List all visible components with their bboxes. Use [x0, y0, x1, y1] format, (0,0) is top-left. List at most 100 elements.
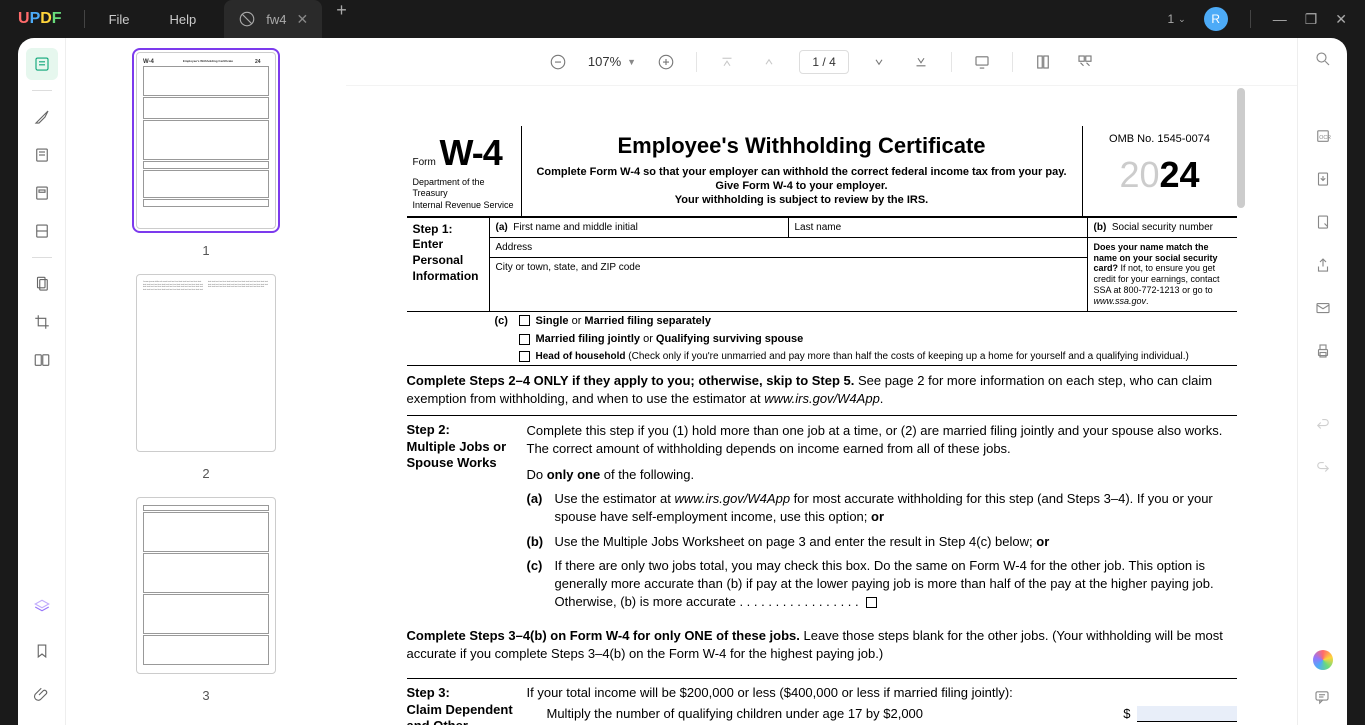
step3-title: Claim Dependent and Other — [407, 702, 513, 725]
last-name-field[interactable]: Last name — [789, 218, 1087, 237]
svg-text:OCR: OCR — [1319, 135, 1331, 141]
comment-button[interactable] — [1313, 688, 1333, 711]
highlight-button[interactable] — [26, 101, 58, 133]
document-toolbar: 107%▼ 1 / 4 — [346, 38, 1297, 86]
attachment-button[interactable] — [26, 679, 58, 711]
last-page-button[interactable] — [909, 50, 933, 74]
redo-button[interactable] — [1314, 458, 1332, 481]
reader-mode-button[interactable] — [26, 48, 58, 80]
step1-label: Step 1: — [413, 222, 453, 236]
step2-label: Step 2: — [407, 422, 450, 437]
omb-number: OMB No. 1545-0074 — [1089, 132, 1231, 146]
page-indicator[interactable]: 1⌄ — [1167, 12, 1185, 26]
page-input[interactable]: 1 / 4 — [799, 50, 849, 74]
first-page-button[interactable] — [715, 50, 739, 74]
thumb-label-2: 2 — [202, 466, 209, 481]
city-field[interactable]: City or town, state, and ZIP code — [490, 258, 1087, 277]
undo-button[interactable] — [1314, 415, 1332, 438]
separator — [1012, 52, 1013, 72]
step1-title: Enter Personal Information — [413, 237, 479, 282]
layers-button[interactable] — [26, 591, 58, 623]
form-label: Form — [413, 157, 436, 168]
zoom-in-button[interactable] — [654, 50, 678, 74]
present-button[interactable] — [970, 50, 994, 74]
separator — [1250, 10, 1251, 28]
share-button[interactable] — [1314, 256, 1332, 279]
pages-button[interactable] — [26, 268, 58, 300]
email-button[interactable] — [1314, 299, 1332, 322]
separator — [32, 257, 52, 258]
crop-button[interactable] — [26, 306, 58, 338]
main-container: W-4Employee's Withholding Certificate24 … — [18, 38, 1347, 725]
maximize-button[interactable]: ❐ — [1305, 11, 1318, 28]
organize-button[interactable] — [26, 215, 58, 247]
thumbnail-page-3[interactable] — [136, 497, 276, 674]
thumbnail-page-2[interactable]: Lorem ipsum dolor sit amet text text tex… — [136, 274, 276, 451]
titlebar-right: 1⌄ R — ❐ ✕ — [1167, 7, 1365, 31]
first-name-field[interactable]: (a) First name and middle initial — [490, 218, 789, 237]
address-field[interactable]: Address — [490, 238, 1087, 257]
ssn-field[interactable]: (b) Social security number — [1088, 218, 1237, 238]
step2-intro: Complete this step if you (1) hold more … — [527, 422, 1237, 458]
two-jobs-checkbox[interactable] — [866, 597, 877, 608]
form-code: W-4 — [439, 132, 501, 173]
ai-button[interactable] — [1313, 650, 1333, 670]
separator — [951, 52, 952, 72]
dept-line-2: Internal Revenue Service — [413, 200, 515, 212]
export-button[interactable] — [1314, 170, 1332, 193]
hoh-checkbox[interactable] — [519, 351, 530, 362]
children-amount-field[interactable] — [1137, 706, 1237, 722]
scrollbar[interactable] — [1237, 88, 1245, 208]
next-page-button[interactable] — [867, 50, 891, 74]
avatar[interactable]: R — [1204, 7, 1228, 31]
menu-help[interactable]: Help — [150, 12, 217, 27]
edit-button[interactable] — [26, 139, 58, 171]
bookmark-button[interactable] — [26, 635, 58, 667]
ocr-button[interactable]: OCR — [1314, 127, 1332, 150]
print-button[interactable] — [1314, 342, 1332, 365]
thumb-label-1: 1 — [202, 243, 209, 258]
search-button[interactable] — [1314, 50, 1332, 73]
menu-file[interactable]: File — [89, 12, 150, 27]
instruction-para-2: Complete Steps 3–4(b) on Form W-4 for on… — [407, 621, 1237, 669]
chevron-down-icon: ▼ — [627, 57, 636, 67]
new-tab-button[interactable]: + — [322, 0, 361, 38]
form-title: Employee's Withholding Certificate — [528, 132, 1076, 161]
tab-title: fw4 — [266, 12, 286, 27]
separator — [696, 52, 697, 72]
document-area[interactable]: Form W-4 Department of the Treasury Inte… — [346, 86, 1297, 725]
compare-button[interactable] — [26, 344, 58, 376]
zoom-out-button[interactable] — [546, 50, 570, 74]
save-as-button[interactable] — [1314, 213, 1332, 236]
title-bar: UPDF File Help fw4 ✕ + 1⌄ R — ❐ ✕ — [0, 0, 1365, 38]
dept-line-1: Department of the Treasury — [413, 177, 515, 200]
married-checkbox[interactable] — [519, 334, 530, 345]
form-subtitle-3: Your withholding is subject to review by… — [528, 193, 1076, 207]
left-rail — [18, 38, 66, 725]
close-button[interactable]: ✕ — [1335, 11, 1347, 28]
step2-title: Multiple Jobs or Spouse Works — [407, 439, 507, 471]
content-column: 107%▼ 1 / 4 Form W-4 Department of the T… — [346, 38, 1297, 725]
view-mode-button[interactable] — [1031, 50, 1055, 74]
form-subtitle-1: Complete Form W-4 so that your employer … — [528, 165, 1076, 179]
right-rail: OCR — [1297, 38, 1347, 725]
layout-button[interactable] — [1073, 50, 1097, 74]
thumbnail-panel: W-4Employee's Withholding Certificate24 … — [66, 38, 346, 725]
year: 2024 — [1089, 152, 1231, 199]
form-button[interactable] — [26, 177, 58, 209]
pdf-page: Form W-4 Department of the Treasury Inte… — [407, 126, 1237, 725]
name-match-text: Does your name match the name on your so… — [1088, 238, 1237, 311]
step3-label: Step 3: — [407, 685, 450, 700]
thumbnail-page-1[interactable]: W-4Employee's Withholding Certificate24 — [136, 52, 276, 229]
step3-intro: If your total income will be $200,000 or… — [527, 685, 1237, 702]
instruction-para-1: Complete Steps 2–4 ONLY if they apply to… — [407, 366, 1237, 414]
separator — [84, 10, 85, 28]
single-checkbox[interactable] — [519, 315, 530, 326]
minimize-button[interactable]: — — [1273, 11, 1287, 27]
close-icon[interactable]: ✕ — [297, 11, 309, 28]
prev-page-button[interactable] — [757, 50, 781, 74]
tab-fw4[interactable]: fw4 ✕ — [224, 0, 322, 38]
blocked-icon — [238, 10, 256, 28]
zoom-value[interactable]: 107%▼ — [588, 54, 636, 69]
app-logo: UPDF — [0, 10, 80, 28]
